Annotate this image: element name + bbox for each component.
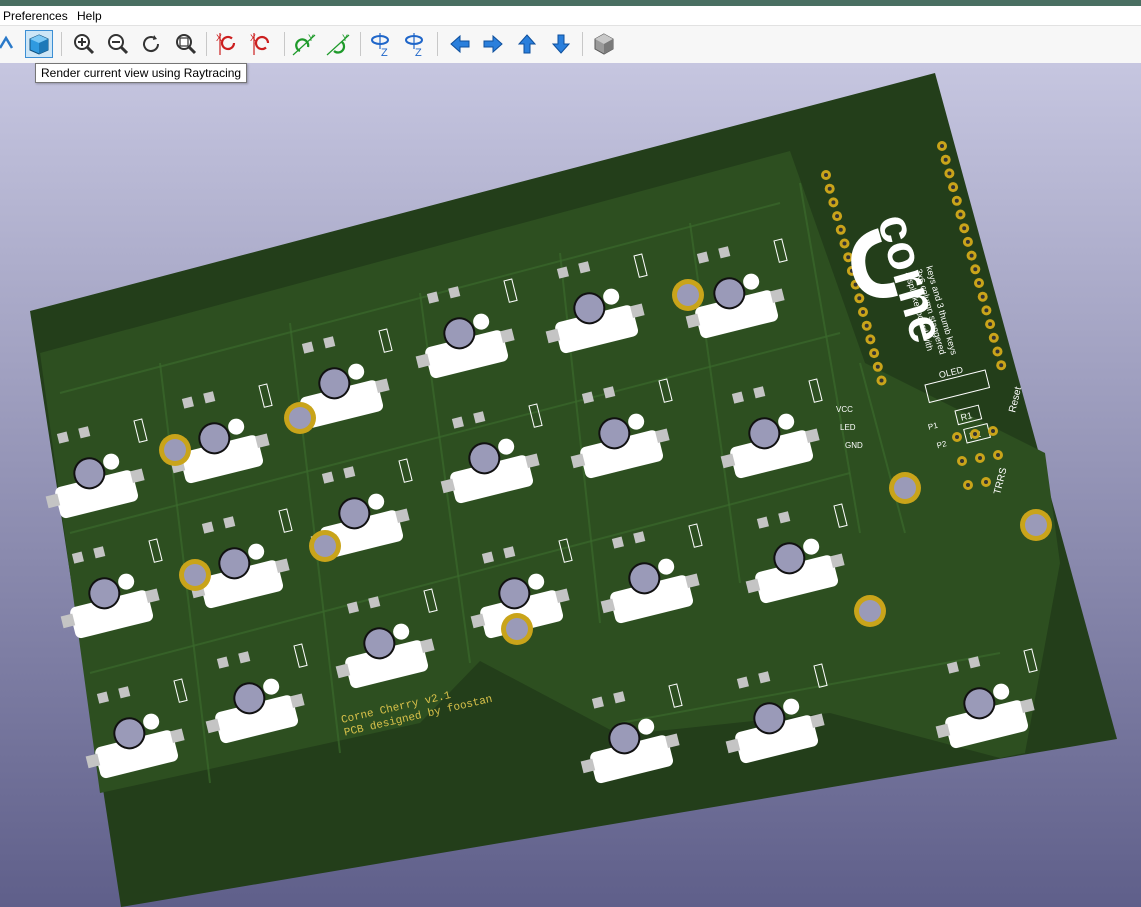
3d-viewport[interactable]: corne a split keyboard with 3x6 column s… bbox=[0, 63, 1141, 907]
rotate-y-cw-button[interactable]: Y bbox=[290, 30, 318, 58]
rotate-y-ccw-button[interactable]: Y bbox=[324, 30, 352, 58]
pcb-3d-scene[interactable]: corne a split keyboard with 3x6 column s… bbox=[0, 63, 1141, 907]
rotate-y-cw-icon: Y bbox=[292, 33, 316, 56]
move-right-icon bbox=[483, 34, 503, 54]
redraw-button[interactable] bbox=[138, 30, 166, 58]
menu-preferences[interactable]: Preferences bbox=[3, 9, 68, 23]
raytrace-cube-icon bbox=[29, 34, 49, 55]
move-down-button[interactable] bbox=[547, 30, 575, 58]
svg-text:Z: Z bbox=[415, 47, 422, 57]
move-left-icon bbox=[450, 34, 470, 54]
reload-icon bbox=[0, 35, 14, 49]
rotate-y-ccw-icon: Y bbox=[326, 33, 350, 56]
move-down-icon bbox=[551, 34, 571, 54]
rotate-x-ccw-icon: X bbox=[250, 33, 270, 55]
rotate-z-ccw-icon: Z bbox=[405, 33, 423, 57]
ortho-view-button[interactable] bbox=[590, 30, 618, 58]
svg-text:Y: Y bbox=[308, 33, 314, 43]
move-left-button[interactable] bbox=[446, 30, 474, 58]
move-up-button[interactable] bbox=[513, 30, 541, 58]
zoom-out-button[interactable] bbox=[104, 30, 132, 58]
svg-text:X: X bbox=[250, 33, 256, 43]
rotate-z-ccw-button[interactable]: Z bbox=[401, 30, 429, 58]
label-gnd: GND bbox=[845, 441, 863, 450]
svg-text:Y: Y bbox=[342, 33, 348, 43]
move-up-icon bbox=[517, 34, 537, 54]
menu-bar: Preferences Help bbox=[0, 6, 1141, 26]
rotate-z-cw-icon: Z bbox=[371, 33, 389, 57]
rotate-x-cw-button[interactable]: X bbox=[214, 30, 242, 58]
zoom-in-icon bbox=[74, 34, 95, 55]
label-led: LED bbox=[840, 423, 856, 432]
menu-help[interactable]: Help bbox=[77, 9, 102, 23]
raytrace-button[interactable] bbox=[25, 30, 53, 58]
zoom-fit-button[interactable] bbox=[172, 30, 200, 58]
redraw-icon bbox=[143, 35, 160, 53]
toolbar: X X Y Y Z Z bbox=[0, 26, 1141, 64]
rotate-x-ccw-button[interactable]: X bbox=[248, 30, 276, 58]
raytrace-tooltip: Render current view using Raytracing bbox=[35, 63, 248, 83]
zoom-in-button[interactable] bbox=[70, 30, 98, 58]
svg-text:Z: Z bbox=[381, 47, 388, 57]
reload-button[interactable] bbox=[0, 30, 20, 58]
move-right-button[interactable] bbox=[479, 30, 507, 58]
rotate-z-cw-button[interactable]: Z bbox=[367, 30, 395, 58]
zoom-out-icon bbox=[108, 34, 129, 55]
zoom-fit-icon bbox=[176, 34, 197, 55]
svg-text:X: X bbox=[216, 33, 222, 43]
label-vcc: VCC bbox=[836, 405, 853, 414]
rotate-x-cw-icon: X bbox=[216, 33, 236, 55]
ortho-cube-icon bbox=[594, 33, 614, 55]
